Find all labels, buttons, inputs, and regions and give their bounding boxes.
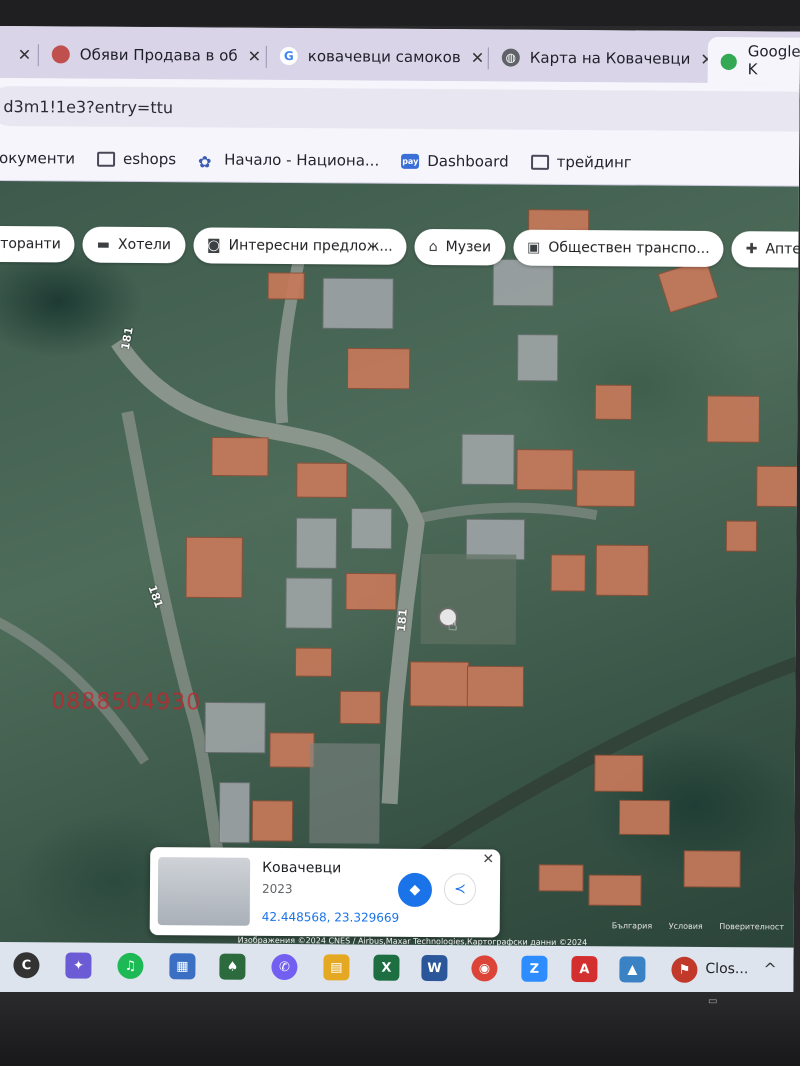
- google-g-icon: G: [279, 46, 298, 66]
- tab-strip: ✕ Обяви Продава в об ✕ G ковачевци самок…: [0, 26, 800, 84]
- tab-label: Обяви Продава в об: [79, 45, 238, 65]
- chip-transit[interactable]: ▣ Обществен транспо...: [512, 229, 724, 268]
- place-title: Ковачевци: [262, 859, 342, 877]
- taskbar-window-label[interactable]: Clos...: [705, 961, 748, 977]
- spotify-icon[interactable]: ♫: [117, 952, 144, 980]
- globe-icon: ◍: [501, 48, 520, 67]
- country-label[interactable]: България: [612, 921, 653, 930]
- zoom-icon[interactable]: Z: [521, 955, 548, 982]
- google-maps-icon: ⬤: [719, 50, 738, 70]
- chip-label: Музеи: [445, 239, 492, 256]
- phone-watermark: 0888504930: [51, 689, 202, 716]
- bed-icon: ▬: [96, 236, 111, 253]
- directions-button[interactable]: ◆: [397, 872, 433, 908]
- close-icon[interactable]: ✕: [18, 45, 32, 64]
- control-icon[interactable]: ▦: [169, 953, 196, 980]
- tab-listings[interactable]: Обяви Продава в об ✕: [51, 34, 262, 75]
- bookmark-dashboard[interactable]: pay Dashboard: [401, 152, 509, 171]
- chrome-icon[interactable]: ◉: [471, 955, 498, 982]
- chip-museums[interactable]: ⌂ Музеи: [414, 228, 506, 266]
- share-icon: ≺: [454, 881, 466, 898]
- chip-label: сторанти: [0, 235, 61, 253]
- tool-icon[interactable]: ✦: [65, 952, 92, 979]
- acrobat-icon[interactable]: A: [571, 956, 598, 983]
- privacy-link[interactable]: Поверителност: [719, 922, 784, 931]
- bookmark-label: Dashboard: [427, 151, 509, 171]
- solitaire-icon[interactable]: ♠: [219, 953, 246, 980]
- chip-hotels[interactable]: ▬ Хотели: [82, 226, 186, 264]
- tab-google-maps[interactable]: ⬤ Google K: [707, 36, 800, 84]
- imagery-year: 2023: [261, 881, 293, 897]
- tab-search[interactable]: G ковачевци самоков ✕: [279, 36, 485, 77]
- app-icon[interactable]: ⚑: [671, 956, 698, 983]
- monitor-bezel-bottom: [0, 992, 800, 1066]
- map-footer-links: България Условия Поверителност: [612, 921, 798, 931]
- camera-icon: ◙: [206, 237, 221, 254]
- folder-icon: [530, 154, 549, 170]
- chevron-up-icon[interactable]: ^: [763, 959, 777, 978]
- bookmark-label: Начало - Национа...: [224, 150, 380, 170]
- close-icon[interactable]: ✕: [471, 48, 485, 67]
- chip-attractions[interactable]: ◙ Интересни предлож...: [192, 227, 407, 265]
- tab-map-info[interactable]: ◍ Карта на Ковачевци ✕: [501, 38, 714, 79]
- chip-label: Аптеки: [765, 241, 800, 258]
- monitor-bezel-top: [0, 0, 800, 26]
- windows-taskbar: C ✦ ♫ ▦ ♠ ✆ ▤ X W ◉ Z A ▲ ⚑ Clos... ^: [0, 941, 800, 998]
- pharmacy-icon: ✚: [745, 241, 758, 258]
- site-icon: ✿: [198, 151, 212, 171]
- chip-label: Интересни предлож...: [228, 237, 393, 255]
- chip-restaurants[interactable]: сторанти: [0, 225, 75, 263]
- place-coordinates[interactable]: 42.448568, 23.329669: [262, 910, 400, 925]
- road-label: 181: [394, 608, 410, 633]
- photos-icon[interactable]: ▲: [619, 956, 646, 983]
- chip-label: Обществен транспо...: [548, 239, 710, 257]
- chip-label: Хотели: [117, 236, 172, 254]
- bookmark-documents[interactable]: окументи: [0, 149, 75, 168]
- place-info-card[interactable]: Ковачевци 2023 42.448568, 23.329669 ✕ ◆ …: [149, 847, 501, 938]
- excel-icon[interactable]: X: [373, 954, 400, 981]
- place-thumbnail[interactable]: [157, 857, 251, 926]
- chip-pharmacies[interactable]: ✚ Аптеки: [731, 231, 800, 268]
- cortana-icon[interactable]: C: [13, 952, 40, 979]
- close-icon[interactable]: ✕: [248, 46, 262, 65]
- record-icon: [51, 45, 70, 64]
- bookmark-nachalo[interactable]: ✿ Начало - Национа...: [198, 150, 380, 171]
- viber-icon[interactable]: ✆: [271, 953, 298, 981]
- folder-icon: [96, 151, 116, 167]
- museum-icon: ⌂: [428, 238, 438, 256]
- screen: ✕ Обяви Продава в об ✕ G ковачевци самок…: [0, 26, 800, 998]
- bus-icon: ▣: [527, 239, 541, 256]
- pay-icon: pay: [401, 153, 420, 169]
- tab-label: ковачевци самоков: [307, 47, 461, 67]
- directions-icon: ◆: [409, 881, 421, 898]
- battery-icon: ▭: [708, 996, 718, 1007]
- satellite-map[interactable]: 181 181 181 0888504930 ☝: [0, 180, 800, 963]
- tab-label: Карта на Ковачевци: [529, 48, 691, 68]
- bookmark-label: eshops: [122, 149, 177, 169]
- word-icon[interactable]: W: [421, 954, 448, 982]
- url-text[interactable]: d3m1!1e3?entry=ttu: [3, 97, 173, 117]
- explorer-icon[interactable]: ▤: [323, 954, 350, 981]
- bookmarks-bar: окументи eshops ✿ Начало - Национа... pa…: [0, 135, 800, 187]
- bookmark-label: трейдинг: [556, 152, 632, 172]
- tab-label: Google K: [747, 42, 800, 79]
- close-icon[interactable]: ✕: [482, 851, 494, 867]
- map-imagery: [0, 209, 800, 906]
- hand-cursor-icon: ☝: [447, 615, 458, 635]
- category-chips: сторанти ▬ Хотели ◙ Интересни предлож...…: [0, 225, 800, 268]
- tab-close-partial[interactable]: ✕: [8, 34, 32, 74]
- bookmark-label: окументи: [0, 148, 76, 168]
- terms-link[interactable]: Условия: [669, 922, 703, 931]
- share-button[interactable]: ≺: [443, 873, 477, 906]
- bookmark-trading[interactable]: трейдинг: [530, 152, 632, 172]
- address-bar-area: d3m1!1e3?entry=ttu: [0, 77, 800, 142]
- bookmark-eshops[interactable]: eshops: [96, 149, 177, 169]
